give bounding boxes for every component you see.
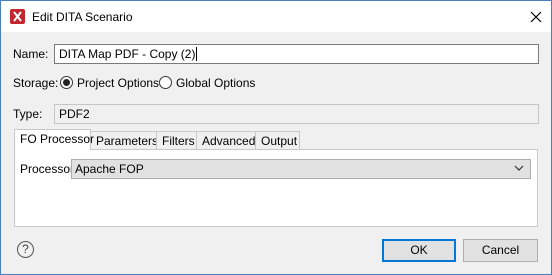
help-icon: ?: [22, 242, 29, 256]
tab-filters[interactable]: Filters: [156, 131, 197, 149]
cancel-button[interactable]: Cancel: [463, 239, 538, 262]
name-label: Name:: [13, 47, 49, 61]
processor-value: Apache FOP: [75, 162, 144, 176]
tab-advanced[interactable]: Advanced: [196, 131, 256, 149]
processor-select[interactable]: Apache FOP: [71, 159, 531, 179]
type-label: Type:: [13, 107, 43, 121]
storage-label: Storage:: [13, 76, 59, 90]
window-title: Edit DITA Scenario: [32, 10, 133, 24]
close-button[interactable]: [521, 1, 551, 32]
chevron-down-icon: [514, 165, 524, 171]
help-button[interactable]: ?: [17, 241, 34, 258]
name-input[interactable]: DITA Map PDF - Copy (2): [54, 44, 539, 64]
global-options-label[interactable]: Global Options: [176, 76, 255, 90]
processor-label: Processor:: [20, 162, 78, 176]
project-options-radio[interactable]: [60, 76, 73, 89]
global-options-radio[interactable]: [159, 76, 172, 89]
close-icon: [530, 11, 542, 22]
app-logo-icon: [10, 9, 25, 24]
tab-fo-processor[interactable]: FO Processor: [14, 129, 94, 150]
tab-output[interactable]: Output: [255, 131, 300, 149]
edit-scenario-dialog: Edit DITA Scenario Name: DITA Map PDF - …: [0, 0, 552, 275]
type-field: PDF2: [54, 104, 539, 124]
tab-parameters[interactable]: Parameters: [90, 131, 158, 149]
ok-button[interactable]: OK: [382, 239, 456, 262]
project-options-label[interactable]: Project Options: [77, 76, 159, 90]
title-bar: Edit DITA Scenario: [1, 1, 551, 32]
fo-processor-panel: Processor: Apache FOP: [14, 149, 538, 227]
